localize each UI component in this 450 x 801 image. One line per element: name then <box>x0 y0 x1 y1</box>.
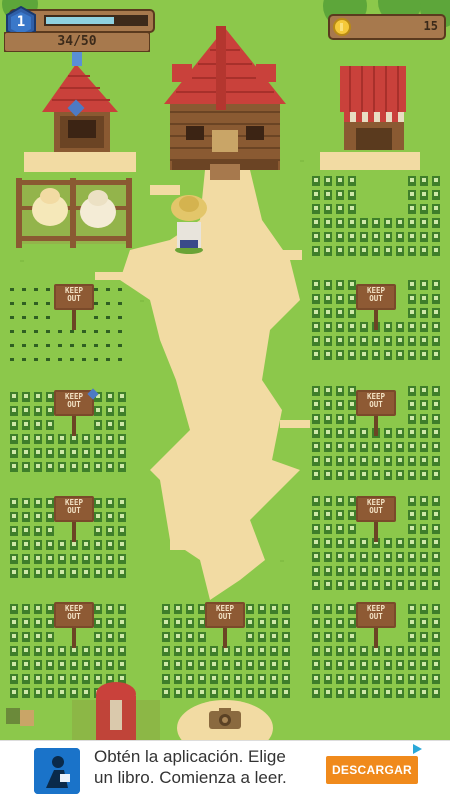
coin-counter[interactable]: 15 <box>328 14 446 40</box>
keep-out-sign[interactable]: KEEP OUT <box>54 496 94 542</box>
keep-out-sign[interactable]: KEEP OUT <box>356 496 396 542</box>
sign-label: KEEP OUT <box>366 604 386 621</box>
keep-out-sign[interactable]: KEEP OUT <box>205 602 245 648</box>
sheep-pen <box>16 178 132 248</box>
farm-scene[interactable]: KEEP OUT KEEP OUT KEEP OUT KEEP OUT KEEP… <box>0 0 450 740</box>
market-stall <box>340 66 406 150</box>
keep-out-sign[interactable]: KEEP OUT <box>54 602 94 648</box>
diamond-marker-icon <box>86 386 100 400</box>
sign-label: KEEP OUT <box>64 604 84 621</box>
sign-label: KEEP OUT <box>366 392 386 409</box>
keep-out-sign[interactable]: KEEP OUT <box>356 390 396 436</box>
ad-line-1: Obtén la aplicación. Elige <box>94 747 286 766</box>
xp-text: 34/50 <box>57 34 97 49</box>
sign-label: KEEP OUT <box>64 498 84 515</box>
sign-label: KEEP OUT <box>366 498 386 515</box>
keep-out-sign[interactable]: KEEP OUT <box>54 284 94 330</box>
sign-label: KEEP OUT <box>64 286 84 303</box>
camera-button[interactable] <box>207 708 243 730</box>
coin-icon <box>332 17 352 37</box>
ad-line-2: un libro. Comienza a leer. <box>94 768 287 787</box>
level-number: 1 <box>16 14 26 30</box>
ad-text: Obtén la aplicación. Elige un libro. Com… <box>94 746 330 788</box>
sign-label: KEEP OUT <box>215 604 235 621</box>
ad-choices-icon[interactable] <box>410 741 424 755</box>
coin-count: 15 <box>423 19 438 33</box>
npc-characters <box>6 708 34 726</box>
sign-label: KEEP OUT <box>366 286 386 303</box>
keep-out-sign[interactable]: KEEP OUT <box>356 284 396 330</box>
download-button[interactable]: DESCARGAR <box>326 756 418 784</box>
xp-panel: 34/50 <box>4 32 150 52</box>
keep-out-sign[interactable]: KEEP OUT <box>356 602 396 648</box>
camera-icon <box>209 708 241 729</box>
reader-app-icon[interactable] <box>34 748 80 794</box>
